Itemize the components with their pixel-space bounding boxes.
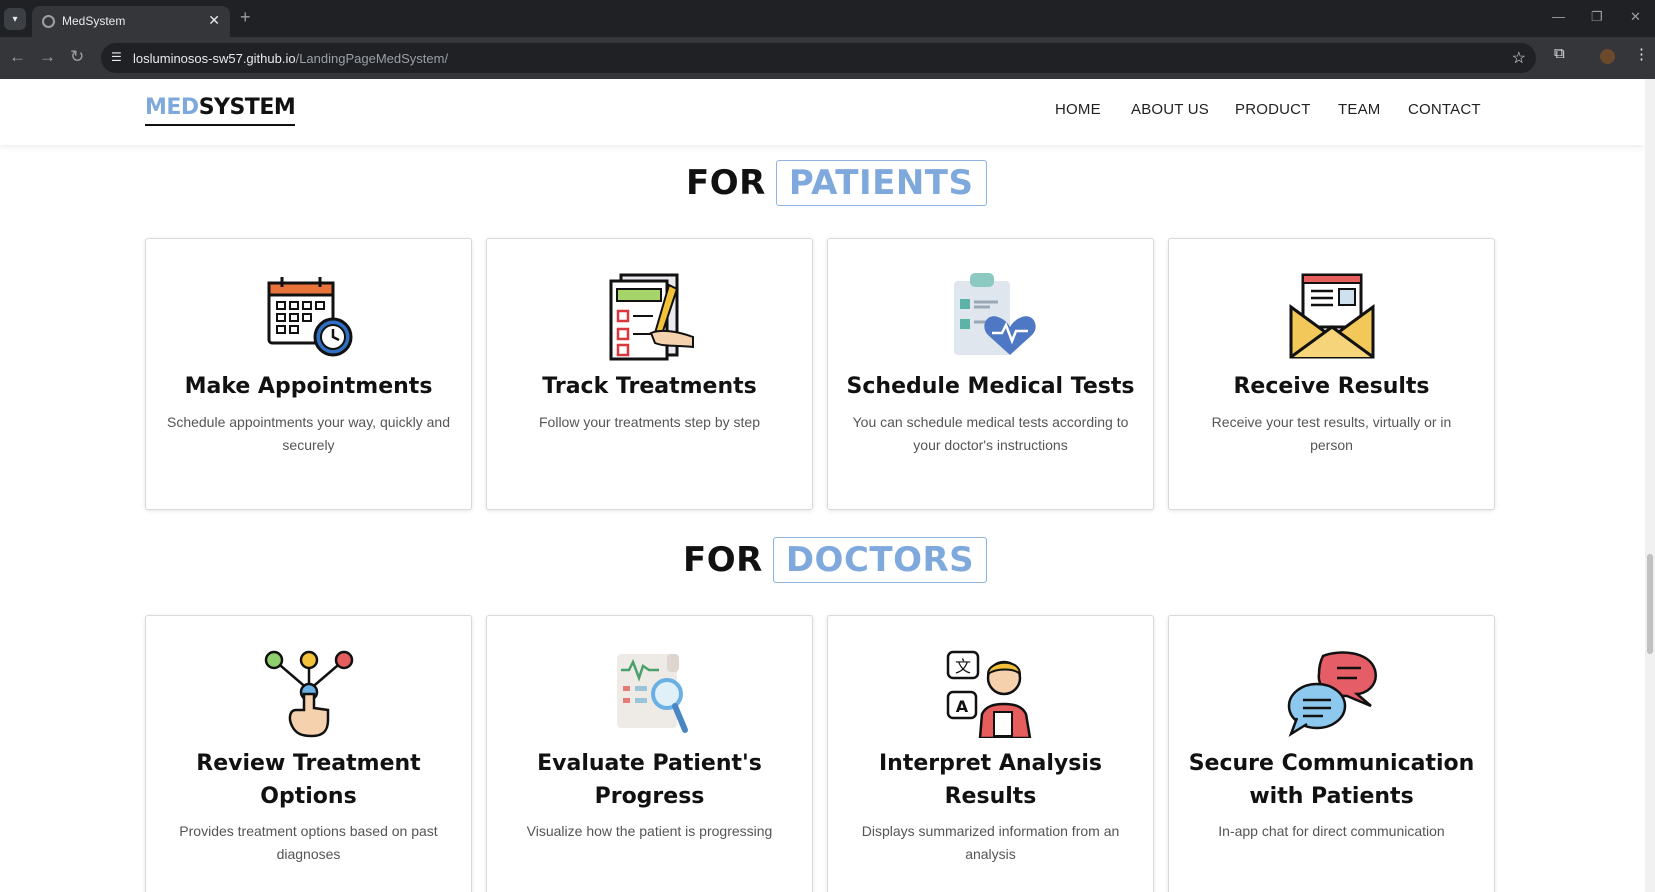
- card-description: You can schedule medical tests according…: [852, 414, 1129, 453]
- tab-search-icon[interactable]: ▾: [4, 8, 26, 30]
- browser-toolbar: ← → ↻ ☰ losluminosos-sw57.github.io/Land…: [0, 37, 1655, 79]
- feature-card: Make Appointments Schedule appointments …: [145, 238, 472, 510]
- feature-card: Receive Results Receive your test result…: [1168, 238, 1495, 510]
- tab-title: MedSystem: [62, 14, 126, 28]
- report-magnifier-icon: [617, 654, 688, 733]
- site-logo[interactable]: MEDSYSTEM: [145, 95, 296, 126]
- extensions-icon[interactable]: ⧉: [1554, 45, 1565, 62]
- nav-contact[interactable]: CONTACT: [1408, 101, 1481, 118]
- nav-about-us[interactable]: ABOUT US: [1131, 101, 1209, 118]
- tab-close-icon[interactable]: ✕: [208, 12, 220, 29]
- card-description: Displays summarized information from an …: [861, 823, 1120, 862]
- minimize-icon[interactable]: —: [1552, 9, 1565, 24]
- feature-card: Track Treatments Follow your treatments …: [486, 238, 813, 510]
- card-description: Receive your test results, virtually or …: [1211, 414, 1452, 453]
- browser-tab[interactable]: MedSystem ✕: [32, 6, 230, 37]
- feature-card: 文 A Interpret Analysis Results Displays …: [827, 615, 1154, 892]
- calendar-clock-icon: [267, 277, 353, 357]
- chat-bubbles-icon: [1287, 651, 1377, 738]
- card-title: Evaluate Patient's Progress: [537, 751, 762, 809]
- nav-home[interactable]: HOME: [1055, 101, 1101, 118]
- card-title: Schedule Medical Tests: [846, 374, 1135, 399]
- card-title: Secure Communication with Patients: [1188, 751, 1475, 809]
- section-title-patients: FOR PATIENTS: [686, 160, 987, 206]
- section-title-doctors: FOR DOCTORS: [683, 537, 988, 583]
- scrollbar-thumb[interactable]: [1647, 554, 1653, 654]
- bookmark-star-icon[interactable]: ☆: [1512, 48, 1526, 68]
- browser-tabbar: ▾ MedSystem ✕ + — ❐ ✕: [0, 0, 1655, 37]
- clipboard-heart-icon: [954, 273, 1036, 355]
- site-info-icon[interactable]: ☰: [111, 50, 125, 64]
- card-description: Schedule appointments your way, quickly …: [166, 414, 450, 453]
- envelope-letter-icon: [1289, 273, 1375, 359]
- feature-card: Secure Communication with Patients In-ap…: [1168, 615, 1495, 892]
- card-description: In-app chat for direct communication: [1218, 823, 1445, 839]
- card-title: Interpret Analysis Results: [879, 751, 1102, 809]
- profile-avatar[interactable]: [1600, 49, 1615, 64]
- card-title: Make Appointments: [184, 374, 433, 399]
- card-description: Provides treatment options based on past…: [179, 823, 438, 862]
- nav-product[interactable]: PRODUCT: [1235, 101, 1311, 118]
- back-icon[interactable]: ←: [9, 47, 26, 67]
- svg-text:A: A: [956, 697, 969, 716]
- card-title: Receive Results: [1233, 374, 1430, 399]
- card-description: Follow your treatments step by step: [539, 414, 760, 430]
- checklist-pen-icon: [609, 273, 694, 361]
- page-scrollbar[interactable]: [1645, 79, 1655, 892]
- globe-icon: [42, 15, 55, 28]
- menu-kebab-icon[interactable]: ⋮: [1634, 45, 1649, 63]
- feature-card: Schedule Medical Tests You can schedule …: [827, 238, 1154, 510]
- restore-icon[interactable]: ❐: [1591, 9, 1603, 25]
- close-window-icon[interactable]: ✕: [1630, 9, 1641, 25]
- url-text: losluminosos-sw57.github.io/LandingPageM…: [133, 51, 449, 66]
- new-tab-icon[interactable]: +: [240, 7, 251, 28]
- svg-text:文: 文: [955, 657, 971, 676]
- page-viewport: MEDSYSTEM HOME ABOUT US PRODUCT TEAM CON…: [0, 79, 1645, 892]
- forward-icon[interactable]: →: [39, 47, 56, 67]
- nav-team[interactable]: TEAM: [1338, 101, 1380, 118]
- doctor-translate-icon: 文 A: [946, 650, 1032, 738]
- feature-card: Review Treatment Options Provides treatm…: [145, 615, 472, 892]
- card-title: Track Treatments: [542, 374, 757, 399]
- card-description: Visualize how the patient is progressing: [526, 823, 773, 839]
- hand-choice-icon: [264, 650, 354, 738]
- feature-card: Evaluate Patient's Progress Visualize ho…: [486, 615, 813, 892]
- card-title: Review Treatment Options: [196, 751, 421, 809]
- address-bar[interactable]: ☰ losluminosos-sw57.github.io/LandingPag…: [101, 43, 1536, 73]
- site-header: MEDSYSTEM HOME ABOUT US PRODUCT TEAM CON…: [0, 79, 1645, 145]
- reload-icon[interactable]: ↻: [70, 47, 84, 67]
